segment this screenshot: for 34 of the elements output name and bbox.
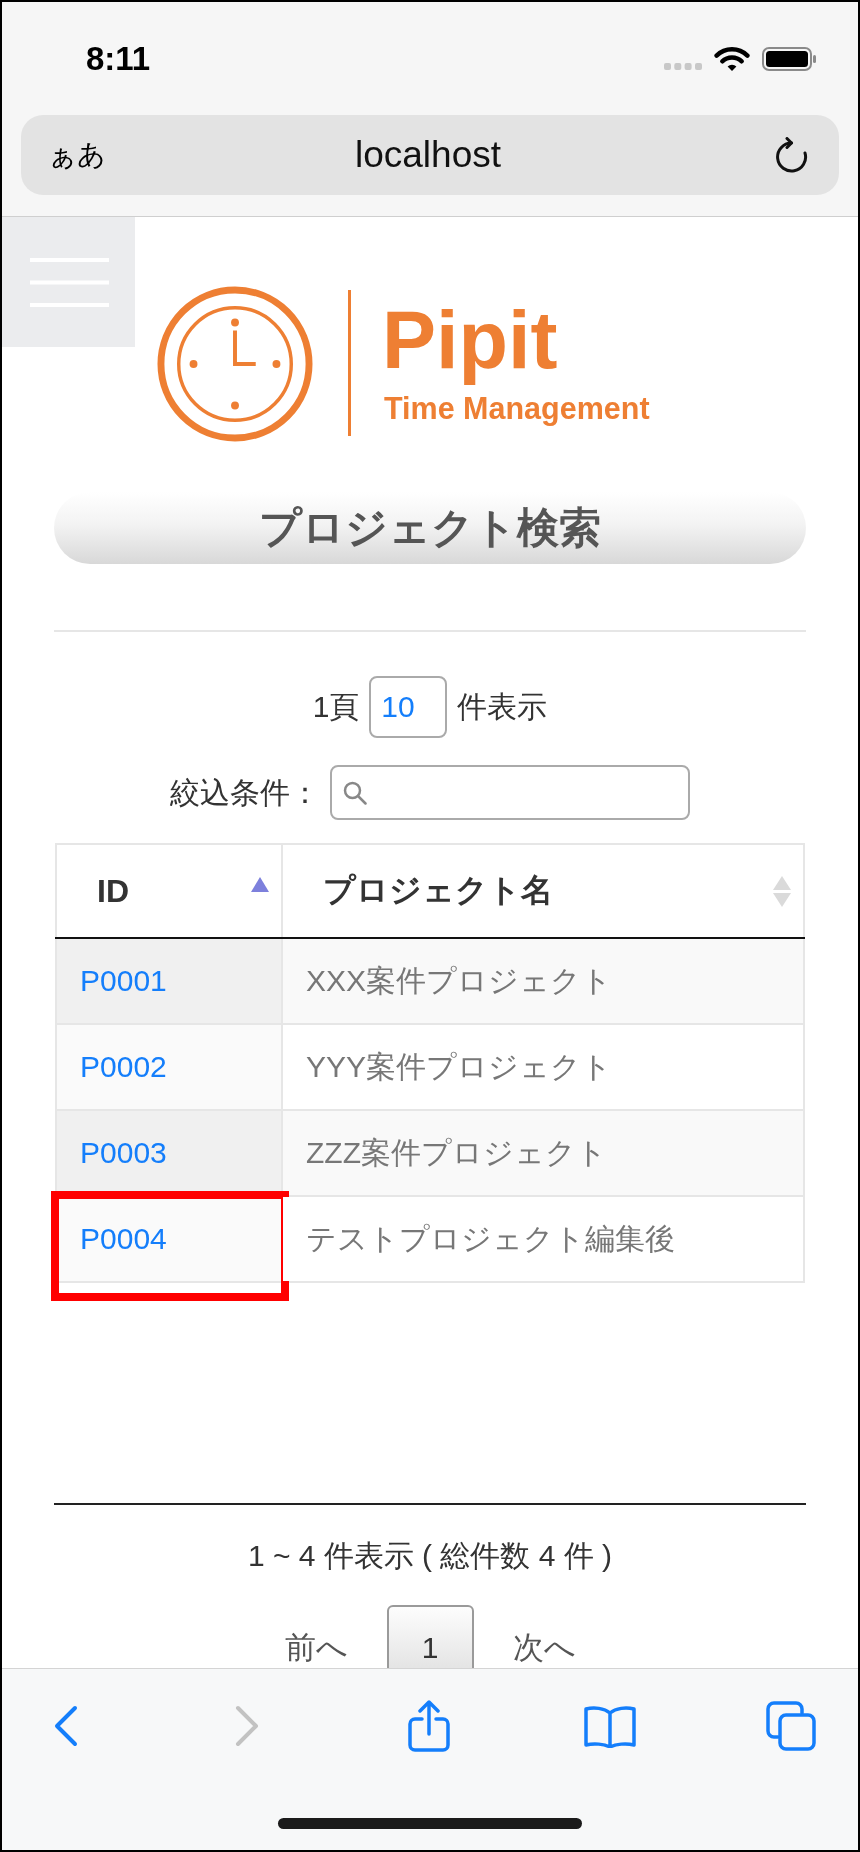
url-text: localhost — [355, 133, 501, 177]
reload-icon[interactable] — [775, 137, 808, 173]
chevron-right-icon — [235, 1705, 260, 1747]
status-time: 8:11 — [86, 39, 151, 79]
per-page-label: 1頁 — [312, 689, 360, 725]
wifi-icon — [714, 46, 750, 72]
open-book-icon — [583, 1704, 636, 1748]
table-cell: XXX案件プロジェクト — [282, 938, 804, 1024]
clock-logo-icon — [157, 286, 313, 442]
address-bar[interactable]: ぁあ localhost — [21, 115, 839, 195]
table-cell: テストプロジェクト編集後 — [282, 1196, 804, 1282]
battery-icon — [762, 47, 816, 71]
logo-tagline: Time Management — [384, 391, 650, 425]
overlapping-squares-icon — [766, 1701, 816, 1751]
per-page-select[interactable]: 10 — [369, 676, 448, 738]
share-icon — [407, 1700, 450, 1752]
table-cell: ZZZ案件プロジェクト — [282, 1110, 804, 1196]
signal-icon — [664, 62, 702, 70]
per-page-unit-label: 件表示 — [457, 689, 548, 725]
column-header[interactable]: プロジェクト名 — [282, 844, 804, 938]
table-cell: YYY案件プロジェクト — [282, 1024, 804, 1110]
chevron-left-icon — [54, 1705, 78, 1747]
next-link[interactable]: 次へ — [512, 1630, 576, 1666]
filter-label: 絞込条件： — [170, 774, 320, 811]
previous-link[interactable]: 前へ — [284, 1630, 348, 1666]
project-id-link[interactable]: P0002 — [80, 1050, 167, 1083]
search-field[interactable] — [330, 765, 690, 820]
column-header[interactable]: ID — [56, 844, 282, 938]
project-id-link[interactable]: P0004 — [80, 1222, 167, 1255]
search-icon — [343, 780, 367, 805]
text-size-button[interactable]: ぁあ — [48, 138, 106, 172]
logo-name: Pipit — [382, 294, 558, 387]
page-button[interactable]: 1 — [386, 1605, 474, 1668]
result-summary: 1 ~ 4 件表示 ( 総件数 4 件 ) — [247, 1538, 613, 1574]
